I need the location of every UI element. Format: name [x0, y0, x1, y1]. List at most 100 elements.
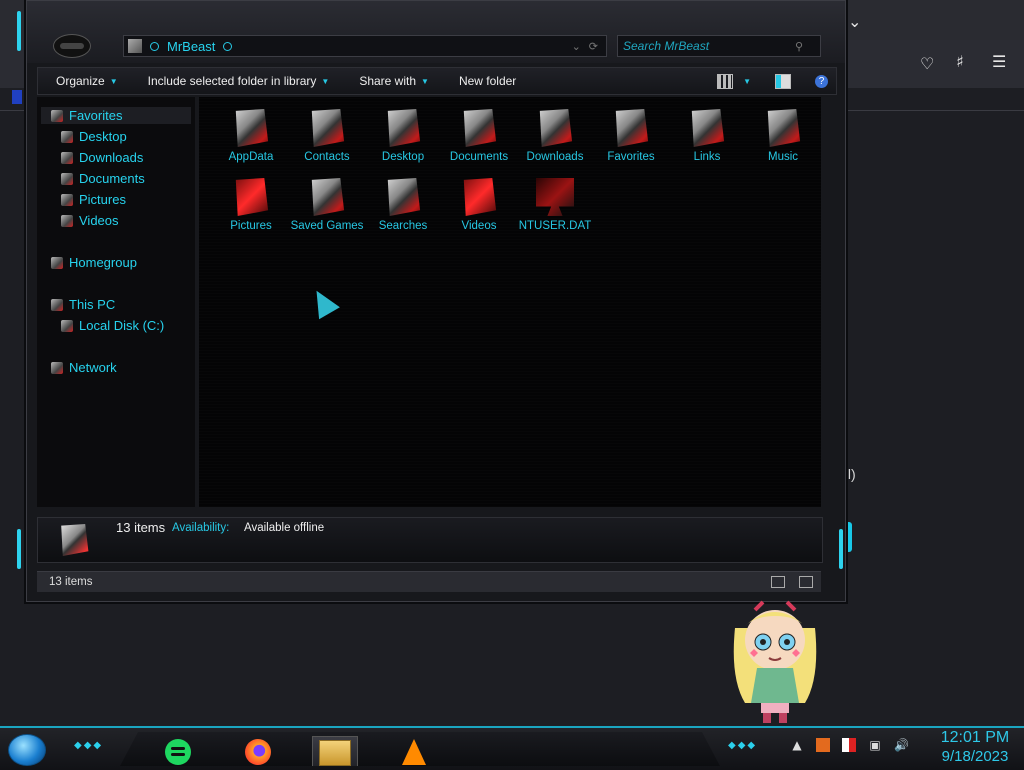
navigation-pane: Favorites Desktop Downloads Documents Pi…: [37, 97, 195, 507]
view-dropdown-arrow-icon[interactable]: ▼: [743, 77, 751, 86]
nav-item-videos[interactable]: Videos: [61, 213, 119, 228]
favorites-icon: [51, 109, 63, 122]
dropdown-arrow-icon: ▼: [109, 76, 118, 86]
tray-app-icon[interactable]: [816, 738, 830, 752]
frame-accent-left: [17, 11, 21, 51]
address-bar[interactable]: MrBeast ⌄ ⟳: [123, 35, 607, 57]
nav-item-documents[interactable]: Documents: [61, 171, 145, 186]
pocket-icon[interactable]: ♡: [920, 54, 934, 73]
folder-item-searches[interactable]: Searches: [365, 178, 441, 234]
folder-item-pictures[interactable]: Pictures: [213, 178, 289, 234]
extensions-icon[interactable]: ♯: [956, 52, 964, 71]
folder-item-appdata[interactable]: AppData: [213, 109, 289, 165]
nav-label: Network: [69, 360, 117, 375]
nav-label: This PC: [69, 297, 116, 312]
large-icons-view-icon[interactable]: [799, 576, 813, 588]
chevron-down-icon[interactable]: ⌄: [848, 12, 861, 31]
taskbar-clock[interactable]: 12:01 PM 9/18/2023: [930, 728, 1020, 766]
nav-item-pictures[interactable]: Pictures: [61, 192, 126, 207]
folder-label: Contacts: [304, 151, 350, 163]
nav-item-desktop[interactable]: Desktop: [61, 129, 127, 144]
folder-item-contacts[interactable]: Contacts: [289, 109, 365, 165]
nav-item-this-pc[interactable]: This PC: [51, 297, 115, 312]
dropdown-arrow-icon: ▼: [321, 76, 330, 86]
network-icon[interactable]: ▣: [868, 738, 882, 752]
new-folder-button[interactable]: New folder: [441, 74, 528, 88]
folder-label: Links: [693, 151, 721, 163]
clock-date: 9/18/2023: [941, 748, 1009, 765]
nav-item-network[interactable]: Network: [51, 360, 117, 375]
refresh-icon[interactable]: ⟳: [589, 40, 598, 53]
downloads-folder-icon: [539, 109, 573, 147]
command-bar: Organize ▼ Include selected folder in li…: [37, 67, 837, 95]
frame-accent-left-bottom: [17, 529, 21, 569]
file-label: NTUSER.DAT: [518, 220, 592, 232]
details-view-icon[interactable]: [771, 576, 785, 588]
start-button[interactable]: [8, 734, 46, 766]
drive-icon: [61, 319, 73, 332]
toolbar-right-group: ▼ ?: [717, 73, 836, 89]
back-forward-orb-icon[interactable]: [53, 34, 91, 58]
file-item-ntuser-dat[interactable]: NTUSER.DAT: [517, 178, 593, 234]
change-view-icon[interactable]: [717, 73, 734, 89]
network-icon: [51, 361, 63, 374]
show-hidden-icons-icon[interactable]: ▲: [790, 738, 804, 752]
organize-button[interactable]: Organize ▼: [38, 74, 130, 88]
contacts-folder-icon: [311, 109, 345, 147]
search-box[interactable]: ⚲: [617, 35, 821, 57]
volume-icon[interactable]: 🔊: [894, 738, 909, 752]
address-path[interactable]: MrBeast: [167, 39, 215, 54]
availability-label: Availability:: [172, 522, 230, 534]
folder-item-saved-games[interactable]: Saved Games: [289, 178, 365, 234]
folder-label: Videos: [461, 220, 497, 232]
pictures-folder-icon: [235, 178, 269, 216]
folder-item-documents[interactable]: Documents: [441, 109, 517, 165]
taskbar-firefox-button[interactable]: [238, 736, 278, 766]
nav-label: Videos: [79, 213, 119, 228]
downloads-icon: [61, 151, 73, 164]
search-icon[interactable]: ⚲: [795, 40, 803, 53]
breadcrumb-dropdown-icon[interactable]: [223, 41, 233, 51]
menu-icon[interactable]: ☰: [992, 52, 1006, 71]
folder-item-desktop[interactable]: Desktop: [365, 109, 441, 165]
taskbar-vlc-button[interactable]: [394, 736, 434, 766]
taskbar-file-explorer-button[interactable]: [312, 736, 358, 766]
pictures-icon: [61, 193, 73, 206]
preview-pane-icon[interactable]: [775, 73, 791, 89]
chevron-down-icon[interactable]: ⌄: [572, 40, 581, 53]
include-in-library-button[interactable]: Include selected folder in library ▼: [130, 74, 342, 88]
folder-label: Music: [767, 151, 799, 163]
this-pc-icon: [51, 298, 63, 311]
documents-folder-icon: [463, 109, 497, 147]
details-pane: 13 items Availability: Available offline: [37, 517, 823, 563]
saved-games-folder-icon: [311, 178, 345, 216]
frame-accent-right-bottom: [839, 529, 843, 569]
videos-folder-icon: [463, 178, 497, 216]
search-input[interactable]: [618, 38, 795, 54]
folder-item-links[interactable]: Links: [669, 109, 745, 165]
nav-item-local-disk[interactable]: Local Disk (C:): [61, 318, 164, 333]
folder-icon: [61, 524, 89, 556]
system-tray: ▲ ▣ 🔊: [790, 738, 909, 752]
include-library-label: Include selected folder in library: [147, 74, 317, 88]
nav-label: Local Disk (C:): [79, 318, 165, 333]
folder-label: Documents: [449, 151, 509, 163]
nav-item-favorites[interactable]: Favorites: [41, 107, 191, 124]
nav-label: Desktop: [79, 129, 127, 144]
folder-item-favorites[interactable]: Favorites: [593, 109, 669, 165]
folder-item-downloads[interactable]: Downloads: [517, 109, 593, 165]
nav-item-downloads[interactable]: Downloads: [61, 150, 143, 165]
breadcrumb-separator-icon[interactable]: [150, 41, 159, 51]
nav-item-homegroup[interactable]: Homegroup: [51, 255, 137, 270]
action-center-flag-icon[interactable]: [842, 738, 856, 752]
cartoon-character-sticker: [733, 600, 817, 723]
folder-item-videos[interactable]: Videos: [441, 178, 517, 234]
folder-label: Favorites: [607, 151, 655, 163]
music-folder-icon: [767, 109, 801, 147]
taskbar-spotify-button[interactable]: [158, 736, 198, 766]
share-with-button[interactable]: Share with ▼: [341, 74, 441, 88]
details-item-count: 13 items: [116, 520, 166, 535]
help-icon[interactable]: ?: [815, 74, 828, 88]
folder-item-music[interactable]: Music: [745, 109, 821, 165]
badge-icon: [12, 90, 22, 104]
